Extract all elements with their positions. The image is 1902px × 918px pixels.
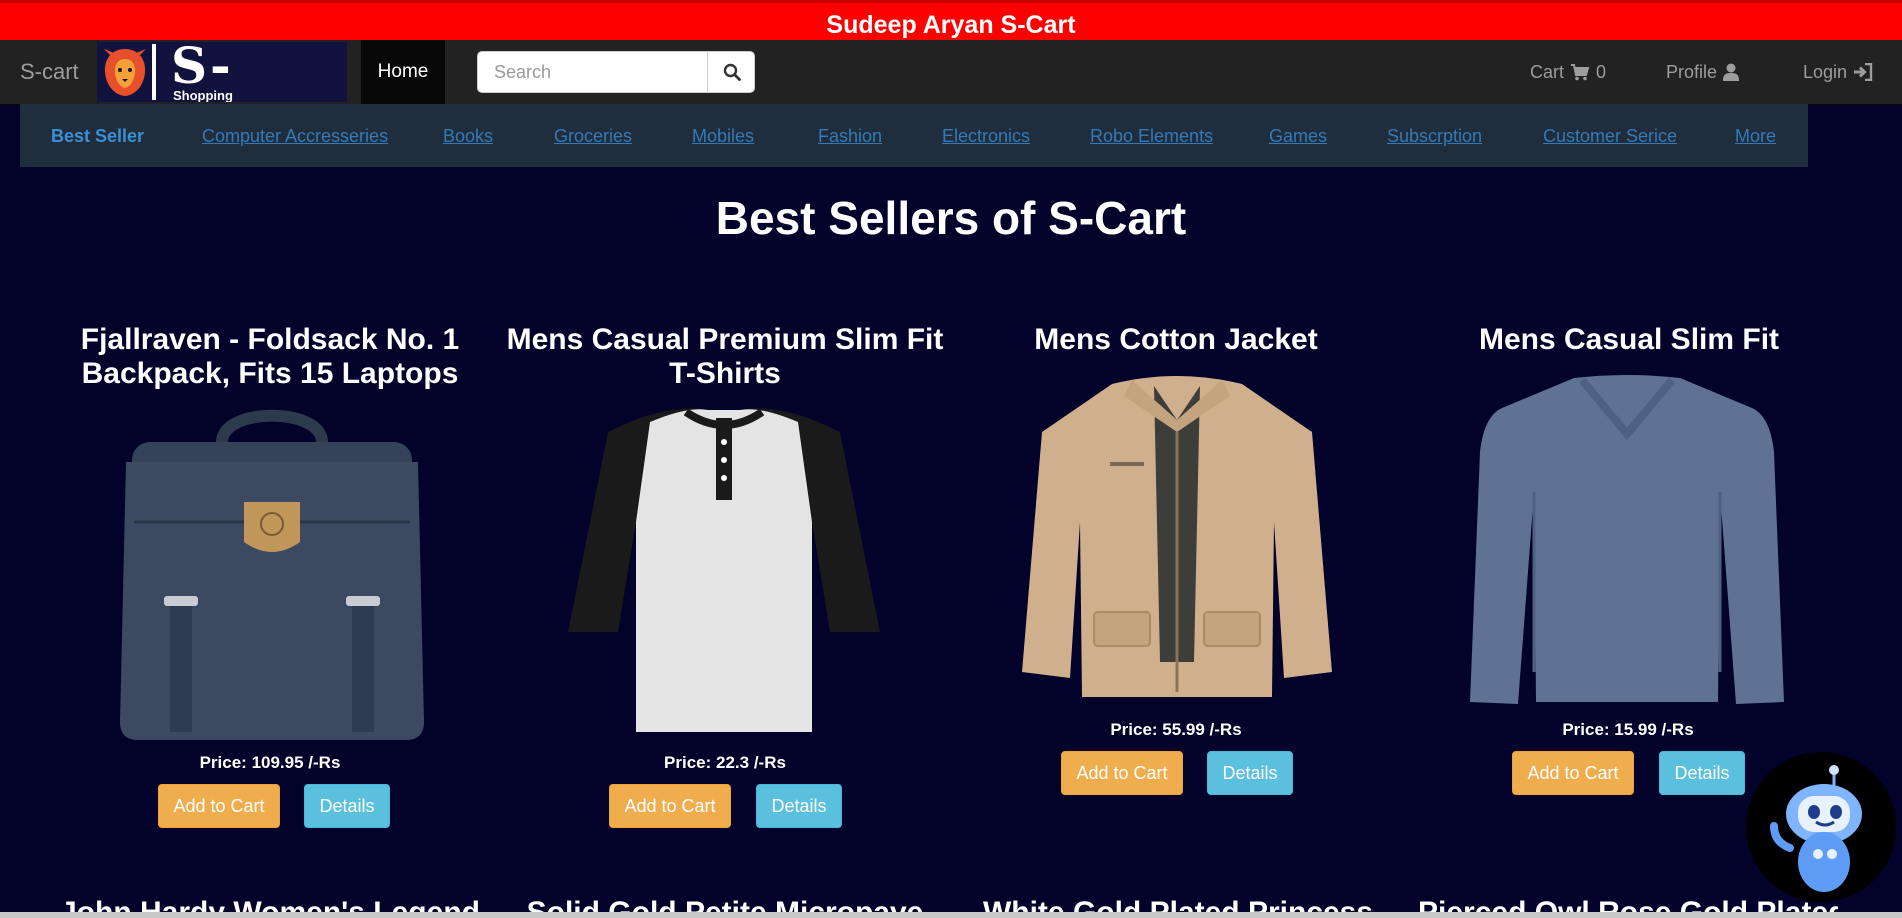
- navbar-brand[interactable]: S-cart: [20, 40, 79, 104]
- details-button[interactable]: Details: [756, 784, 842, 828]
- product-title[interactable]: John Hardy Women's Legends: [60, 896, 480, 912]
- product-image-tshirt[interactable]: [568, 402, 880, 738]
- navbar: S-cart S-cart Shopping Home Cart: [0, 40, 1902, 105]
- product-title[interactable]: Fjallraven - Foldsack No. 1 Backpack, Fi…: [80, 323, 460, 391]
- product-title[interactable]: Mens Casual Premium Slim Fit T-Shirts: [494, 323, 956, 391]
- logo-subtitle: Shopping: [173, 88, 233, 102]
- product-price: Price: 15.99 /-Rs: [1562, 720, 1694, 739]
- category-customer-service[interactable]: Customer Serice: [1543, 104, 1677, 168]
- product-title[interactable]: Solid Gold Petite Micropave: [515, 896, 935, 912]
- search-box: [477, 51, 755, 93]
- details-button[interactable]: Details: [1659, 751, 1745, 795]
- product-image-jacket[interactable]: [1022, 372, 1332, 702]
- site-logo[interactable]: S-cart Shopping: [97, 42, 347, 102]
- category-electronics[interactable]: Electronics: [942, 104, 1030, 168]
- category-best-seller[interactable]: Best Seller: [51, 104, 144, 168]
- product-price: Price: 22.3 /-Rs: [664, 753, 786, 772]
- nav-home[interactable]: Home: [361, 40, 445, 104]
- site-banner: Sudeep Aryan S-Cart: [0, 0, 1902, 40]
- category-mobiles[interactable]: Mobiles: [692, 104, 754, 168]
- category-more[interactable]: More: [1735, 104, 1776, 168]
- category-computer-accessories[interactable]: Computer Accresseries: [202, 104, 388, 168]
- product-title[interactable]: Mens Casual Slim Fit: [1440, 323, 1818, 357]
- profile-label: Profile: [1666, 62, 1718, 82]
- add-to-cart-button[interactable]: Add to Cart: [158, 784, 280, 828]
- category-books[interactable]: Books: [443, 104, 493, 168]
- details-button[interactable]: Details: [304, 784, 390, 828]
- login-label: Login: [1803, 62, 1848, 82]
- chatbot-launcher[interactable]: [1746, 752, 1896, 902]
- details-button[interactable]: Details: [1207, 751, 1293, 795]
- cart-icon: [1571, 64, 1590, 81]
- category-games[interactable]: Games: [1269, 104, 1327, 168]
- category-subscription[interactable]: Subscrption: [1387, 104, 1482, 168]
- logo-divider: [152, 44, 156, 100]
- nav-login[interactable]: Login: [1803, 40, 1873, 104]
- nav-cart[interactable]: Cart 0: [1530, 40, 1606, 104]
- category-robo-elements[interactable]: Robo Elements: [1090, 104, 1213, 168]
- nav-profile[interactable]: Profile: [1666, 40, 1740, 104]
- product-image-longsleeve[interactable]: [1470, 372, 1784, 706]
- product-title[interactable]: White Gold Plated Princess: [968, 896, 1388, 912]
- cart-label: Cart: [1530, 62, 1565, 82]
- add-to-cart-button[interactable]: Add to Cart: [1512, 751, 1634, 795]
- product-title[interactable]: Mens Cotton Jacket: [990, 323, 1362, 357]
- category-groceries[interactable]: Groceries: [554, 104, 632, 168]
- category-fashion[interactable]: Fashion: [818, 104, 882, 168]
- add-to-cart-button[interactable]: Add to Cart: [1061, 751, 1183, 795]
- cart-count: 0: [1596, 62, 1607, 82]
- product-price: Price: 55.99 /-Rs: [1110, 720, 1242, 739]
- search-button[interactable]: [707, 52, 754, 92]
- product-image-backpack[interactable]: [112, 402, 432, 744]
- search-icon: [723, 63, 741, 81]
- product-price: Price: 109.95 /-Rs: [199, 753, 341, 772]
- add-to-cart-button[interactable]: Add to Cart: [609, 784, 731, 828]
- category-bar: Best Seller Computer Accresseries Books …: [20, 104, 1808, 167]
- user-icon: [1723, 63, 1740, 81]
- page-title: Best Sellers of S-Cart: [715, 192, 1187, 244]
- bottom-edge: [0, 912, 1902, 918]
- lion-logo-icon: [104, 49, 146, 96]
- search-input[interactable]: [478, 52, 708, 92]
- sign-in-icon: [1854, 63, 1873, 81]
- robot-icon: [1770, 765, 1862, 892]
